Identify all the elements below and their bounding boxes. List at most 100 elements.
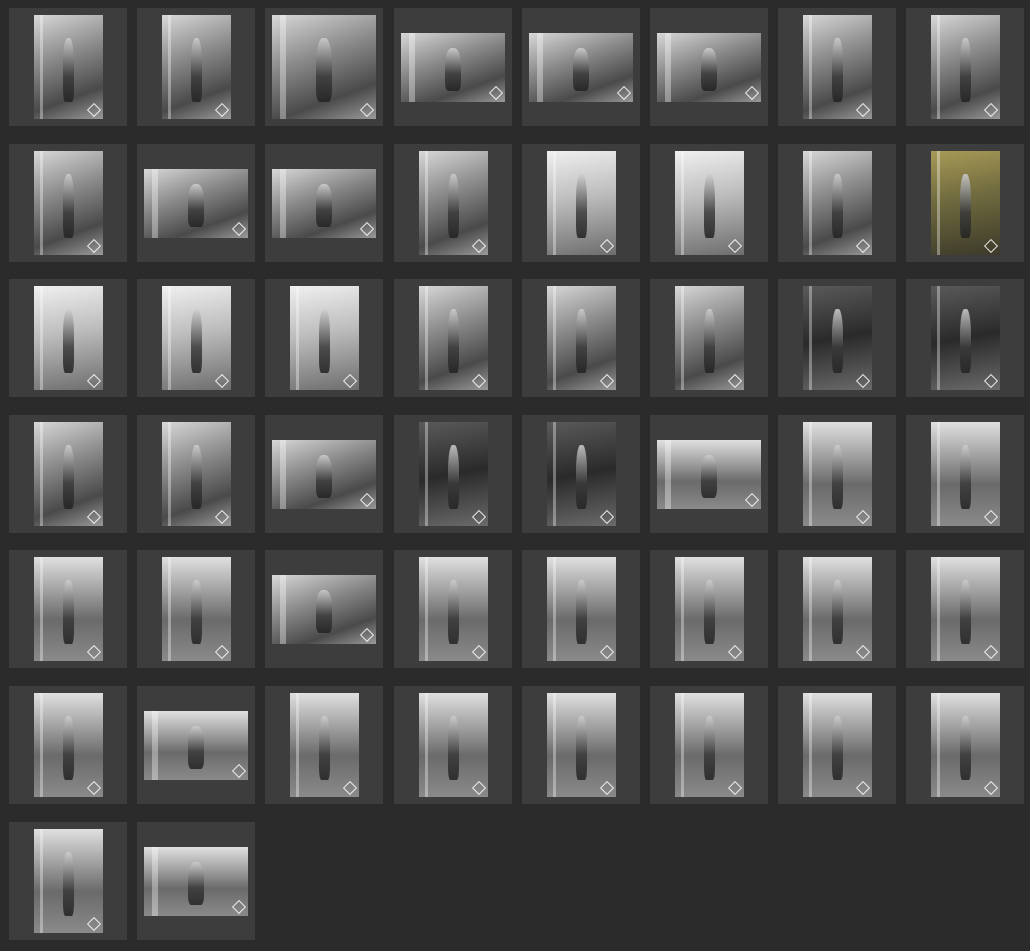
person-figure xyxy=(62,308,74,374)
photo-thumbnail[interactable] xyxy=(394,144,512,262)
photo-thumbnail[interactable] xyxy=(9,415,127,533)
person-figure xyxy=(575,173,587,239)
photo-thumbnail[interactable] xyxy=(137,550,255,668)
diamond-watermark-icon xyxy=(727,238,743,254)
photo-thumbnail[interactable] xyxy=(906,144,1024,262)
photo-thumbnail[interactable] xyxy=(522,415,640,533)
photo-image xyxy=(675,286,744,390)
photo-image xyxy=(931,286,1000,390)
photo-thumbnail[interactable] xyxy=(522,686,640,804)
photo-thumbnail[interactable] xyxy=(265,415,383,533)
photo-thumbnail[interactable] xyxy=(137,279,255,397)
photo-thumbnail[interactable] xyxy=(778,550,896,668)
person-figure xyxy=(187,862,205,905)
background-post xyxy=(167,557,171,661)
photo-image xyxy=(931,557,1000,661)
background-post xyxy=(39,286,43,390)
photo-thumbnail[interactable] xyxy=(137,8,255,126)
person-figure xyxy=(575,308,587,374)
photo-image xyxy=(803,557,872,661)
photo-thumbnail[interactable] xyxy=(650,8,768,126)
background-post xyxy=(424,151,428,255)
diamond-watermark-icon xyxy=(488,85,504,101)
background-post xyxy=(552,693,556,797)
diamond-watermark-icon xyxy=(86,373,102,389)
diamond-watermark-icon xyxy=(471,644,487,660)
photo-thumbnail[interactable] xyxy=(522,279,640,397)
photo-thumbnail[interactable] xyxy=(778,279,896,397)
background-post xyxy=(808,693,812,797)
photo-thumbnail[interactable] xyxy=(9,279,127,397)
photo-thumbnail[interactable] xyxy=(265,8,383,126)
photo-thumbnail[interactable] xyxy=(9,144,127,262)
photo-thumbnail[interactable] xyxy=(9,8,127,126)
diamond-watermark-icon xyxy=(359,492,375,508)
photo-thumbnail[interactable] xyxy=(778,8,896,126)
photo-thumbnail[interactable] xyxy=(522,8,640,126)
diamond-watermark-icon xyxy=(599,644,615,660)
photo-thumbnail[interactable] xyxy=(394,415,512,533)
person-figure xyxy=(187,184,205,227)
photo-image xyxy=(272,440,376,509)
photo-thumbnail[interactable] xyxy=(906,686,1024,804)
photo-image xyxy=(419,286,488,390)
person-figure xyxy=(831,37,843,103)
person-figure xyxy=(831,173,843,239)
photo-thumbnail[interactable] xyxy=(906,415,1024,533)
background-post xyxy=(152,711,158,780)
person-figure xyxy=(190,579,202,645)
photo-thumbnail[interactable] xyxy=(394,550,512,668)
photo-thumbnail[interactable] xyxy=(650,144,768,262)
background-post xyxy=(936,286,940,390)
background-post xyxy=(39,422,43,526)
photo-image xyxy=(162,422,231,526)
photo-thumbnail[interactable] xyxy=(9,822,127,940)
person-figure xyxy=(575,444,587,510)
photo-thumbnail[interactable] xyxy=(650,550,768,668)
photo-thumbnail[interactable] xyxy=(778,686,896,804)
photo-thumbnail[interactable] xyxy=(394,686,512,804)
photo-thumbnail[interactable] xyxy=(650,415,768,533)
photo-thumbnail[interactable] xyxy=(778,415,896,533)
photo-thumbnail[interactable] xyxy=(9,686,127,804)
photo-thumbnail[interactable] xyxy=(394,8,512,126)
photo-image xyxy=(34,829,103,933)
photo-thumbnail[interactable] xyxy=(9,550,127,668)
photo-thumbnail[interactable] xyxy=(906,279,1024,397)
photo-image xyxy=(675,557,744,661)
photo-image xyxy=(419,693,488,797)
diamond-watermark-icon xyxy=(231,221,247,237)
person-figure xyxy=(959,37,971,103)
photo-thumbnail[interactable] xyxy=(265,550,383,668)
background-post xyxy=(280,575,286,644)
photo-image xyxy=(675,151,744,255)
background-post xyxy=(424,286,428,390)
background-post xyxy=(808,286,812,390)
photo-thumbnail[interactable] xyxy=(137,822,255,940)
photo-thumbnail[interactable] xyxy=(906,8,1024,126)
photo-thumbnail[interactable] xyxy=(778,144,896,262)
photo-thumbnail[interactable] xyxy=(137,415,255,533)
diamond-watermark-icon xyxy=(983,102,999,118)
photo-thumbnail[interactable] xyxy=(265,144,383,262)
photo-image xyxy=(419,557,488,661)
photo-image xyxy=(803,693,872,797)
diamond-watermark-icon xyxy=(599,373,615,389)
photo-thumbnail[interactable] xyxy=(265,686,383,804)
photo-thumbnail[interactable] xyxy=(522,550,640,668)
background-post xyxy=(39,151,43,255)
photo-thumbnail[interactable] xyxy=(906,550,1024,668)
person-figure xyxy=(700,455,718,498)
photo-thumbnail[interactable] xyxy=(137,686,255,804)
background-post xyxy=(295,693,299,797)
photo-image xyxy=(803,151,872,255)
photo-thumbnail[interactable] xyxy=(394,279,512,397)
photo-image xyxy=(803,15,872,119)
person-figure xyxy=(831,308,843,374)
photo-thumbnail[interactable] xyxy=(137,144,255,262)
photo-thumbnail[interactable] xyxy=(265,279,383,397)
photo-image xyxy=(162,557,231,661)
photo-thumbnail[interactable] xyxy=(650,686,768,804)
photo-thumbnail[interactable] xyxy=(650,279,768,397)
photo-thumbnail[interactable] xyxy=(522,144,640,262)
